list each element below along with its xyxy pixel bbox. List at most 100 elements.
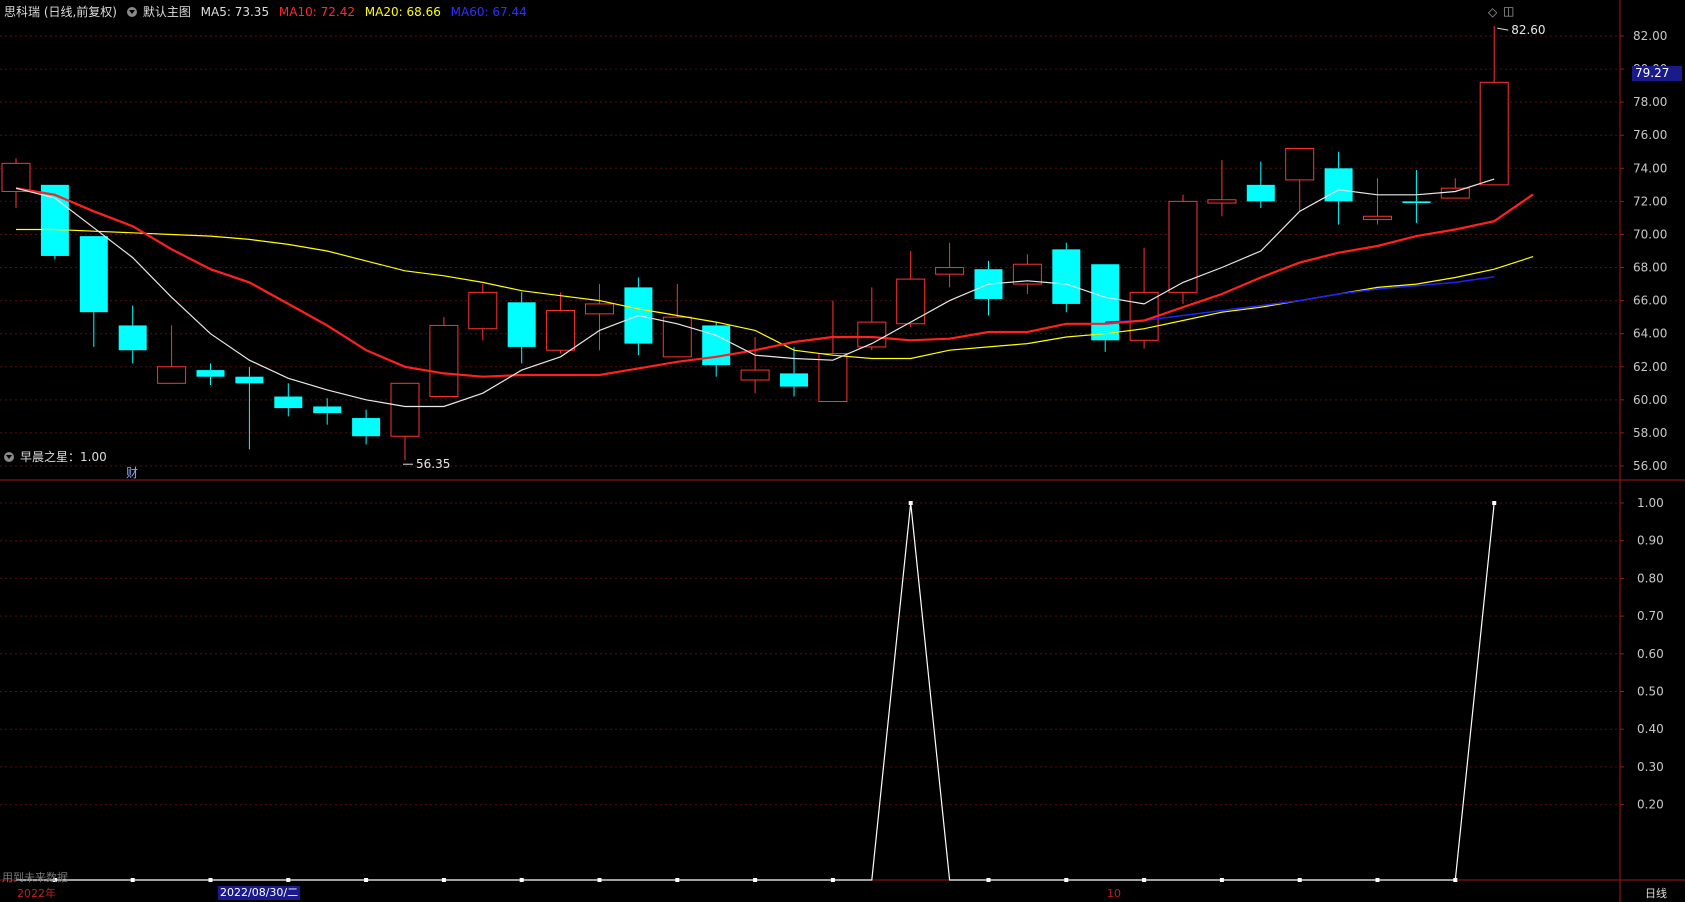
candle-body	[157, 366, 187, 384]
candle-body	[780, 373, 808, 387]
indicator-tick-label: 0.20	[1637, 798, 1664, 812]
candle-body	[1440, 187, 1470, 199]
indicator-tick-label: 0.50	[1637, 685, 1664, 699]
candle-body	[352, 418, 381, 437]
candle-body	[235, 376, 264, 384]
candle-body	[79, 236, 108, 313]
indicator-point	[1453, 878, 1458, 882]
indicator-point	[364, 878, 369, 882]
low-price-label: 56.35	[416, 457, 450, 471]
finance-marker: 财	[126, 466, 138, 480]
indicator-point	[1297, 878, 1302, 882]
candle-body	[1207, 199, 1237, 204]
price-tick-label: 78.00	[1633, 95, 1667, 109]
high-pointer	[1497, 27, 1509, 31]
candle-body	[1052, 249, 1081, 304]
period-label[interactable]: 日线	[1645, 887, 1667, 901]
candle	[702, 322, 731, 377]
current-price-tag: 79.27	[1632, 66, 1682, 81]
candle-body	[740, 369, 770, 381]
high-price-label: 82.60	[1511, 23, 1545, 37]
indicator-point	[1219, 878, 1224, 882]
footer-note: 用到未来数据	[2, 871, 68, 884]
price-tick-label: 66.00	[1633, 294, 1667, 308]
candle-body	[507, 302, 536, 347]
candle	[857, 287, 887, 351]
indicator-tick-label: 0.40	[1637, 722, 1664, 736]
candle	[1012, 254, 1042, 294]
candle-body	[429, 324, 459, 398]
price-tick-label: 68.00	[1633, 261, 1667, 275]
price-tick-label: 62.00	[1633, 360, 1667, 374]
selected-date[interactable]: 2022/08/30/二	[218, 886, 301, 900]
indicator-point	[1064, 878, 1069, 882]
candle	[1285, 147, 1315, 212]
indicator-point	[908, 501, 913, 505]
candle	[935, 242, 965, 288]
candle-body	[1285, 147, 1315, 181]
candle	[1091, 264, 1120, 352]
candle-body	[1363, 215, 1392, 221]
candle-body	[118, 325, 147, 351]
candle	[118, 305, 147, 364]
candle	[740, 337, 770, 394]
indicator-point	[1492, 501, 1497, 505]
price-tick-label: 56.00	[1633, 459, 1667, 473]
indicator-tick-label: 0.80	[1637, 571, 1664, 585]
price-tick-label: 76.00	[1633, 128, 1667, 142]
candle	[429, 317, 459, 398]
candle	[1324, 151, 1353, 225]
candle	[818, 300, 848, 402]
candle	[390, 382, 420, 461]
candle	[624, 277, 653, 356]
indicator-point	[986, 878, 991, 882]
candle-body	[662, 316, 692, 358]
candle-body	[468, 291, 498, 330]
candle-body	[1479, 81, 1509, 186]
price-tick-label: 58.00	[1633, 426, 1667, 440]
candle-body	[1324, 168, 1353, 202]
candle	[313, 398, 342, 425]
candle	[1, 158, 31, 208]
candle-body	[1402, 201, 1431, 204]
candle	[896, 251, 926, 328]
indicator-point	[208, 878, 213, 882]
indicator-tick-label: 0.30	[1637, 760, 1664, 774]
ma10-line	[15, 187, 1534, 378]
candle	[1363, 178, 1392, 225]
candle-body	[1246, 184, 1275, 202]
candle	[1402, 169, 1431, 223]
indicator-point	[830, 878, 835, 882]
indicator-tick-label: 1.00	[1637, 496, 1664, 510]
year-label: 2022年	[17, 887, 56, 900]
candle	[1479, 26, 1509, 186]
candle	[352, 409, 381, 445]
indicator-point	[1375, 878, 1380, 882]
candle-body	[585, 303, 614, 315]
candle	[585, 284, 614, 351]
price-tick-label: 60.00	[1633, 393, 1667, 407]
kline-chart[interactable]: 82.0080.0078.0076.0074.0072.0070.0068.00…	[0, 0, 1685, 902]
month-label: 10	[1107, 887, 1121, 900]
candle-body	[196, 370, 225, 377]
candle	[274, 383, 303, 417]
indicator-point	[519, 878, 524, 882]
indicator-tick-label: 0.70	[1637, 609, 1664, 623]
candle	[468, 284, 498, 341]
indicator-point	[597, 878, 602, 882]
price-tick-label: 74.00	[1633, 161, 1667, 175]
price-tick-label: 82.00	[1633, 29, 1667, 43]
indicator-point	[441, 878, 446, 882]
indicator-point	[1142, 878, 1147, 882]
candle	[546, 292, 576, 354]
indicator-point	[753, 878, 758, 882]
candle-body	[274, 396, 303, 409]
indicator-point	[675, 878, 680, 882]
price-tick-label: 70.00	[1633, 227, 1667, 241]
candle-body	[1, 162, 31, 192]
candle-body	[1091, 264, 1120, 341]
indicator-point	[286, 878, 291, 882]
candle	[1052, 242, 1081, 313]
candle	[79, 236, 108, 347]
candle-body	[313, 406, 342, 414]
